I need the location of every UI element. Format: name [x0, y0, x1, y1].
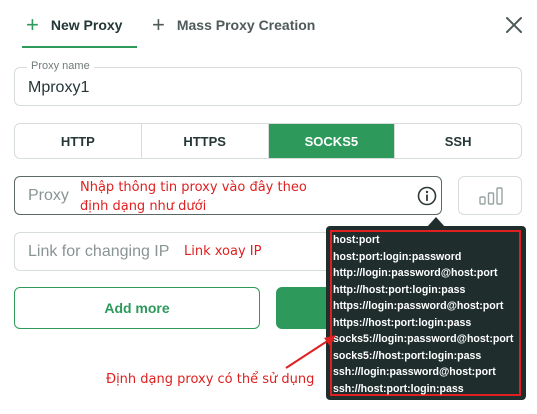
- tab-new-proxy[interactable]: + New Proxy: [26, 14, 122, 36]
- protocol-socks5[interactable]: SOCKS5: [268, 124, 396, 158]
- proxy-placeholder: Proxy: [28, 187, 69, 204]
- tab-mass-proxy-creation[interactable]: + Mass Proxy Creation: [152, 14, 315, 36]
- proxy-format-item: ssh://host:port:login:pass: [333, 382, 464, 395]
- proxy-format-item: https://host:port:login:pass: [333, 316, 472, 329]
- proxy-format-item: ssh://login:password@host:port: [333, 366, 496, 378]
- annotation-proxy-hint: Nhập thông tin proxy vào đây theo định d…: [80, 180, 307, 214]
- proxy-name-value: Mproxy1: [28, 79, 90, 96]
- proxy-format-item: host:port:login:password: [333, 250, 462, 263]
- protocol-selector: HTTP HTTPS SOCKS5 SSH: [14, 123, 522, 159]
- proxy-format-item: host:port: [333, 234, 380, 246]
- active-tab-indicator: [22, 46, 137, 48]
- proxy-name-label: Proxy name: [27, 60, 94, 72]
- protocol-http[interactable]: HTTP: [15, 124, 142, 158]
- bar-chart-icon: [479, 187, 503, 205]
- protocol-ssh[interactable]: SSH: [395, 124, 521, 158]
- proxy-format-item: https://login:password@host:port: [333, 300, 504, 312]
- tab-mass-proxy-label: Mass Proxy Creation: [176, 17, 316, 33]
- close-icon[interactable]: [505, 16, 523, 34]
- annotation-arrow-icon: [285, 335, 336, 369]
- proxy-format-item: http://login:password@host:port: [333, 267, 498, 279]
- proxy-check-button[interactable]: [458, 176, 522, 215]
- annotation-formats-hint: Định dạng proxy có thể sử dụng: [106, 372, 315, 387]
- proxy-format-item: http://host:port:login:pass: [333, 283, 466, 296]
- add-more-button[interactable]: Add more: [14, 287, 260, 329]
- plus-icon: +: [26, 12, 39, 37]
- tab-bar: + New Proxy + Mass Proxy Creation: [0, 0, 537, 50]
- proxy-name-field[interactable]: Proxy name Mproxy1: [14, 60, 522, 106]
- tab-new-proxy-label: New Proxy: [50, 17, 123, 33]
- change-ip-link-input[interactable]: Link for changing IP: [14, 232, 332, 271]
- protocol-https[interactable]: HTTPS: [142, 124, 269, 158]
- proxy-format-item: socks5://login:password@host:port: [333, 333, 514, 345]
- proxy-format-list: host:port host:port:login:password http:…: [333, 232, 513, 397]
- proxy-format-item: socks5://host:port:login:pass: [333, 349, 482, 362]
- info-icon[interactable]: [417, 186, 437, 206]
- new-proxy-dialog: + New Proxy + Mass Proxy Creation Proxy …: [0, 0, 537, 414]
- change-ip-link-placeholder: Link for changing IP: [28, 243, 170, 260]
- annotation-link-hint: Link xoay IP: [184, 244, 262, 259]
- plus-icon: +: [152, 12, 165, 37]
